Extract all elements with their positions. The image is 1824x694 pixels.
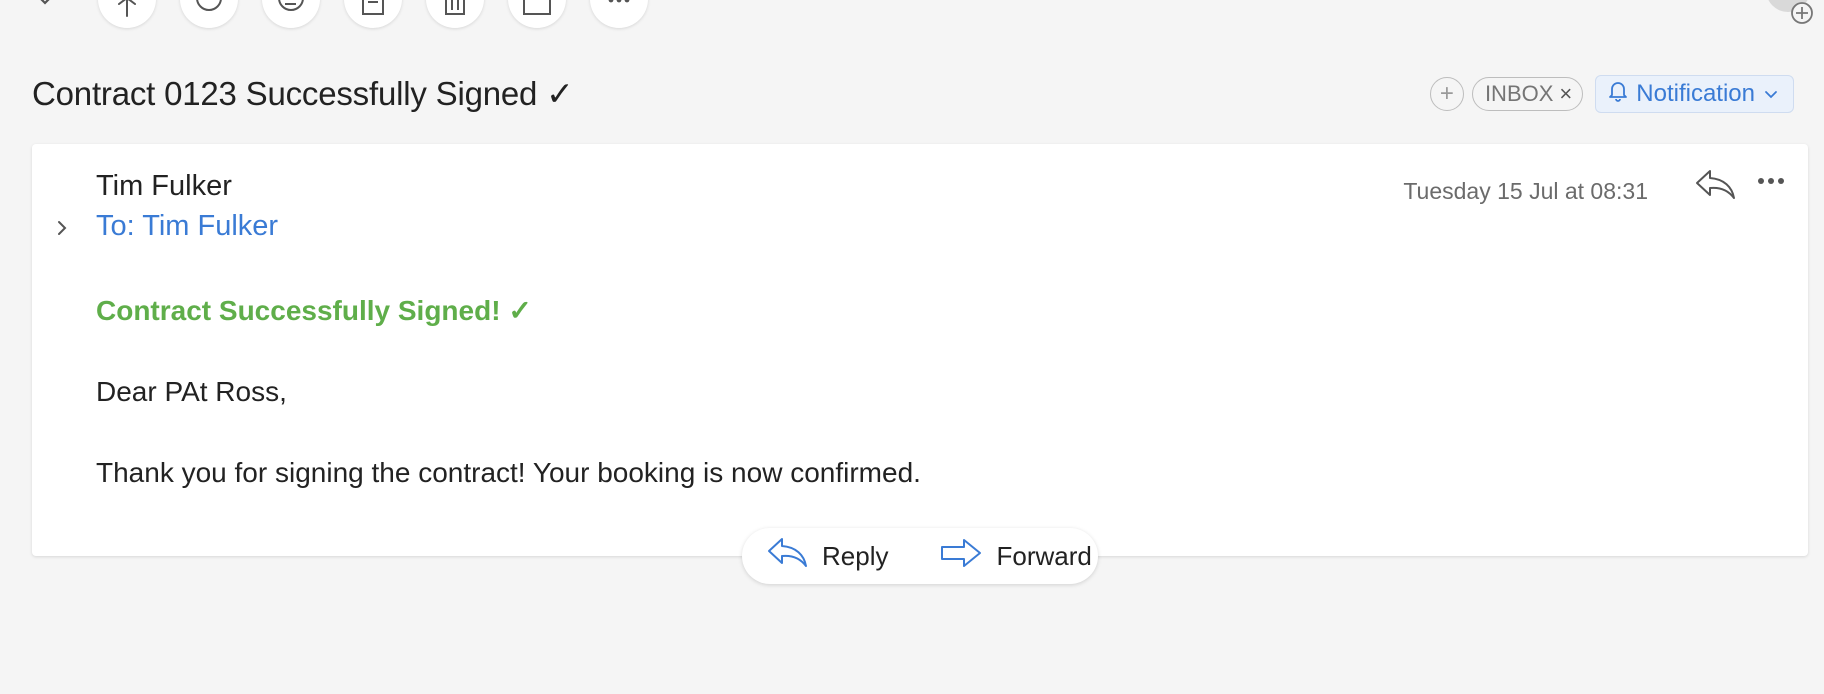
message-toolbar [0, 0, 1824, 40]
close-icon[interactable] [28, 0, 62, 18]
body-heading: Contract Successfully Signed! ✓ [96, 295, 532, 326]
reply-label: Reply [822, 540, 889, 571]
snooze-icon[interactable] [262, 0, 320, 28]
bell-icon [1608, 80, 1628, 109]
trash-icon[interactable] [426, 0, 484, 28]
body-greeting: Dear PAt Ross, [96, 376, 287, 407]
chevron-down-icon [1763, 80, 1779, 108]
forward-arrow-icon [940, 537, 982, 576]
recipient-line[interactable]: To: Tim Fulker [96, 210, 278, 243]
forward-label: Forward [996, 540, 1092, 571]
archive-icon[interactable] [344, 0, 402, 28]
category-dropdown[interactable]: Notification [1595, 75, 1794, 113]
body-text: Thank you for signing the contract! Your… [96, 457, 921, 488]
message-more-icon[interactable] [1756, 174, 1786, 193]
add-contact-icon[interactable] [1762, 0, 1818, 24]
move-icon[interactable] [508, 0, 566, 28]
pin-icon[interactable] [98, 0, 156, 28]
more-icon[interactable] [590, 0, 648, 28]
reply-forward-bar: Reply Forward [742, 528, 1098, 584]
reply-icon[interactable] [1694, 168, 1736, 207]
tag-inbox-label: INBOX [1484, 81, 1554, 106]
category-label: Notification [1636, 80, 1755, 107]
message-card: Tim Fulker To: Tim Fulker Tuesday 15 Jul… [32, 144, 1808, 556]
sender-name: Tim Fulker [96, 170, 232, 202]
expand-recipients-icon[interactable] [54, 218, 70, 243]
forward-button[interactable]: Forward [914, 528, 1115, 584]
remove-tag-icon[interactable]: × [1559, 81, 1572, 107]
message-tags: + INBOX × Notification [1429, 75, 1794, 113]
plus-icon: + [1439, 80, 1454, 107]
add-tag-button[interactable]: + [1429, 77, 1464, 111]
mark-unread-icon[interactable] [180, 0, 238, 28]
message-subject: Contract 0123 Successfully Signed ✓ [32, 75, 574, 112]
reply-arrow-icon [766, 537, 808, 576]
reply-button[interactable]: Reply [742, 528, 914, 584]
tag-inbox[interactable]: INBOX × [1471, 77, 1584, 111]
message-date: Tuesday 15 Jul at 08:31 [1403, 178, 1648, 204]
